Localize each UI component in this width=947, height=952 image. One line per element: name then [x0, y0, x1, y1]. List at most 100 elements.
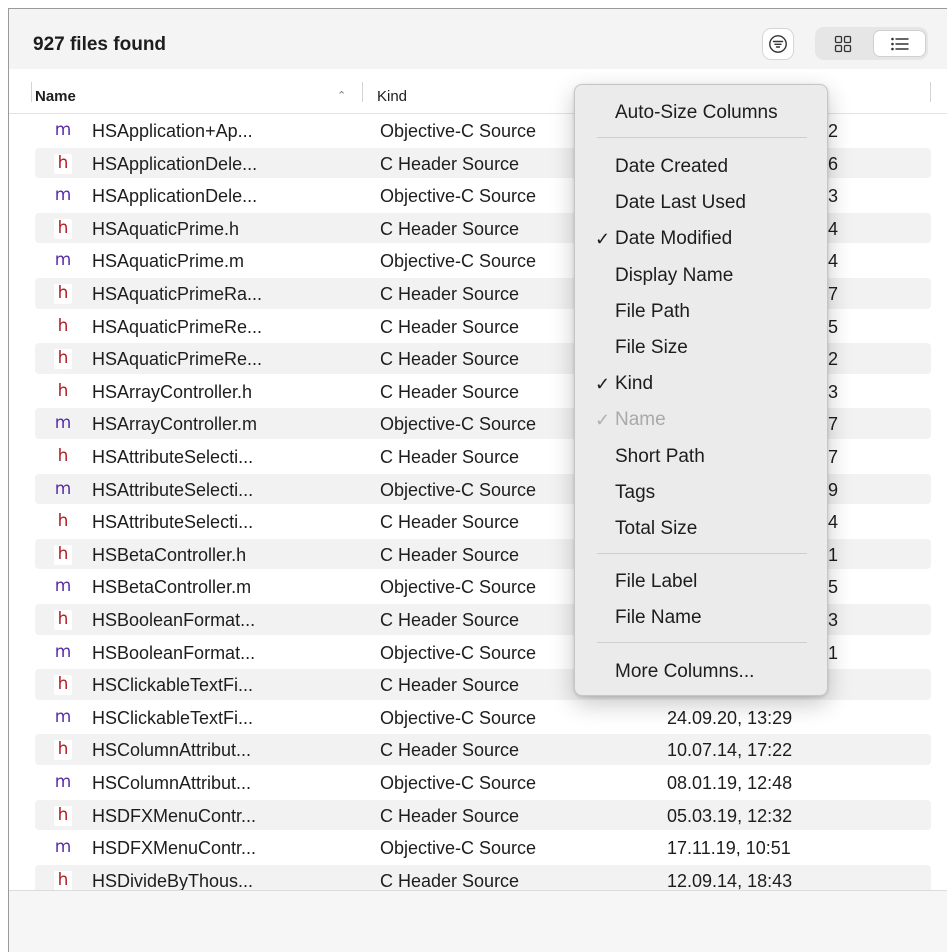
- sort-ascending-icon[interactable]: ⌃: [337, 89, 346, 102]
- file-date-modified: 2: [828, 349, 839, 370]
- menu-separator: [597, 137, 807, 138]
- menu-item-more-columns[interactable]: More Columns...: [615, 661, 754, 683]
- file-kind: Objective-C Source: [380, 707, 537, 728]
- file-name: HSBooleanFormat...: [92, 610, 256, 630]
- toolbar: 927 files found: [9, 9, 947, 69]
- file-name: HSAquaticPrimeRe...: [92, 349, 263, 370]
- file-kind: C Header Source: [380, 284, 520, 304]
- objc-source-file-icon: m: [54, 772, 72, 792]
- file-date-modified: 3: [828, 610, 839, 630]
- menu-item-auto-size-columns[interactable]: Auto-Size Columns: [615, 102, 778, 124]
- file-kind: Objective-C Source: [380, 642, 537, 663]
- file-date-modified: 5: [828, 577, 839, 598]
- file-name: HSColumnAttribut...: [92, 773, 252, 793]
- menu-item-name: Name: [615, 409, 666, 431]
- menu-separator: [597, 553, 807, 554]
- file-name: HSArrayController.m: [92, 414, 258, 435]
- table-row[interactable]: m HSClickableTextFi... Objective-C Source 2…: [9, 701, 947, 734]
- file-date-modified: 08.01.19, 12:48: [667, 773, 793, 793]
- objc-source-file-icon: m: [54, 478, 72, 499]
- file-date-modified: 24.09.20, 13:29: [667, 707, 793, 728]
- menu-item-file-name[interactable]: File Name: [615, 607, 702, 629]
- view-mode-control: [815, 27, 928, 60]
- file-date-modified: 3: [828, 186, 839, 207]
- c-header-file-icon: h: [54, 218, 72, 239]
- file-date-modified: 2: [828, 121, 839, 141]
- menu-item-file-label[interactable]: File Label: [615, 571, 697, 593]
- column-divider[interactable]: [362, 82, 363, 102]
- filter-button[interactable]: [762, 28, 794, 60]
- file-date-modified: 5: [828, 316, 839, 337]
- file-date-modified: 1: [828, 544, 839, 565]
- file-kind: C Header Source: [380, 512, 520, 533]
- file-name: HSColumnAttribut...: [92, 740, 252, 761]
- objc-source-file-icon: m: [54, 250, 72, 271]
- file-kind: Objective-C Source: [380, 577, 537, 598]
- objc-source-file-icon: m: [54, 576, 72, 597]
- table-row[interactable]: m HSColumnAttribut... Objective-C Source 08…: [9, 766, 947, 799]
- file-name: HSApplicationDele...: [92, 186, 258, 207]
- list-view-button[interactable]: [873, 30, 926, 57]
- file-kind: Objective-C Source: [380, 414, 537, 435]
- c-header-file-icon: h: [54, 805, 72, 826]
- table-row[interactable]: h HSDFXMenuContr... C Header Source 05.03.1…: [9, 799, 947, 832]
- file-kind: C Header Source: [380, 675, 520, 696]
- file-name: HSAttributeSelecti...: [92, 447, 254, 467]
- menu-item-kind[interactable]: Kind: [615, 373, 653, 395]
- file-name: HSBooleanFormat...: [92, 642, 256, 663]
- column-kind-header[interactable]: Kind: [377, 88, 407, 105]
- file-kind: C Header Source: [380, 544, 520, 565]
- grid-view-button[interactable]: [821, 31, 865, 56]
- file-browser-window: 927 files found Name ⌃ Kind m HSApplicat…: [8, 8, 947, 952]
- column-divider: [31, 82, 32, 102]
- c-header-file-icon: h: [54, 153, 72, 174]
- menu-item-date-modified[interactable]: Date Modified: [615, 228, 732, 250]
- file-name: HSBetaController.m: [92, 577, 252, 598]
- list-view-icon: [890, 37, 909, 50]
- filter-icon: [769, 35, 787, 53]
- file-date-modified: 17.11.19, 10:51: [667, 838, 791, 859]
- file-kind: Objective-C Source: [380, 838, 537, 859]
- table-row[interactable]: h HSColumnAttribut... C Header Source 10.07…: [9, 733, 947, 766]
- file-kind: C Header Source: [380, 316, 520, 337]
- file-date-modified: 10.07.14, 17:22: [667, 740, 793, 761]
- table-row[interactable]: m HSDFXMenuContr... Objective-C Source 17.1…: [9, 831, 947, 864]
- menu-item-tags[interactable]: Tags: [615, 482, 655, 504]
- file-name: HSAttributeSelecti...: [92, 479, 254, 500]
- objc-source-file-icon: m: [54, 413, 72, 434]
- checkmark-icon: ✓: [595, 374, 611, 395]
- menu-item-date-last-used[interactable]: Date Last Used: [615, 192, 746, 214]
- file-date-modified: 4: [828, 251, 839, 272]
- file-name: HSAquaticPrimeRe...: [92, 316, 263, 337]
- c-header-file-icon: h: [54, 544, 72, 565]
- file-date-modified: 12.09.14, 18:43: [667, 870, 793, 891]
- file-kind: C Header Source: [380, 805, 520, 826]
- c-header-file-icon: h: [54, 675, 72, 696]
- c-header-file-icon: h: [54, 610, 72, 630]
- file-kind: Objective-C Source: [380, 479, 537, 500]
- file-name: HSAquaticPrimeRa...: [92, 284, 263, 304]
- file-date-modified: 05.03.19, 12:32: [667, 805, 793, 826]
- objc-source-file-icon: m: [54, 185, 72, 206]
- menu-item-file-size[interactable]: File Size: [615, 337, 688, 359]
- menu-item-file-path[interactable]: File Path: [615, 301, 690, 323]
- file-kind: Objective-C Source: [380, 121, 537, 141]
- c-header-file-icon: h: [54, 512, 72, 533]
- file-kind: C Header Source: [380, 153, 520, 174]
- menu-item-short-path[interactable]: Short Path: [615, 446, 705, 468]
- status-bar: [9, 890, 947, 952]
- file-kind: C Header Source: [380, 740, 520, 761]
- menu-item-total-size[interactable]: Total Size: [615, 518, 697, 540]
- file-kind: C Header Source: [380, 381, 520, 402]
- file-name: HSAttributeSelecti...: [92, 512, 254, 533]
- results-count: 927 files found: [33, 34, 167, 55]
- file-name: HSApplication+Ap...: [92, 121, 253, 141]
- column-divider[interactable]: [930, 82, 931, 102]
- menu-item-display-name[interactable]: Display Name: [615, 265, 733, 287]
- file-date-modified: 9: [828, 479, 839, 500]
- column-name-header[interactable]: Name: [35, 88, 76, 105]
- menu-item-date-created[interactable]: Date Created: [615, 156, 728, 178]
- file-date-modified: 7: [828, 284, 839, 304]
- checkmark-icon: ✓: [595, 229, 611, 250]
- c-header-file-icon: h: [54, 349, 72, 370]
